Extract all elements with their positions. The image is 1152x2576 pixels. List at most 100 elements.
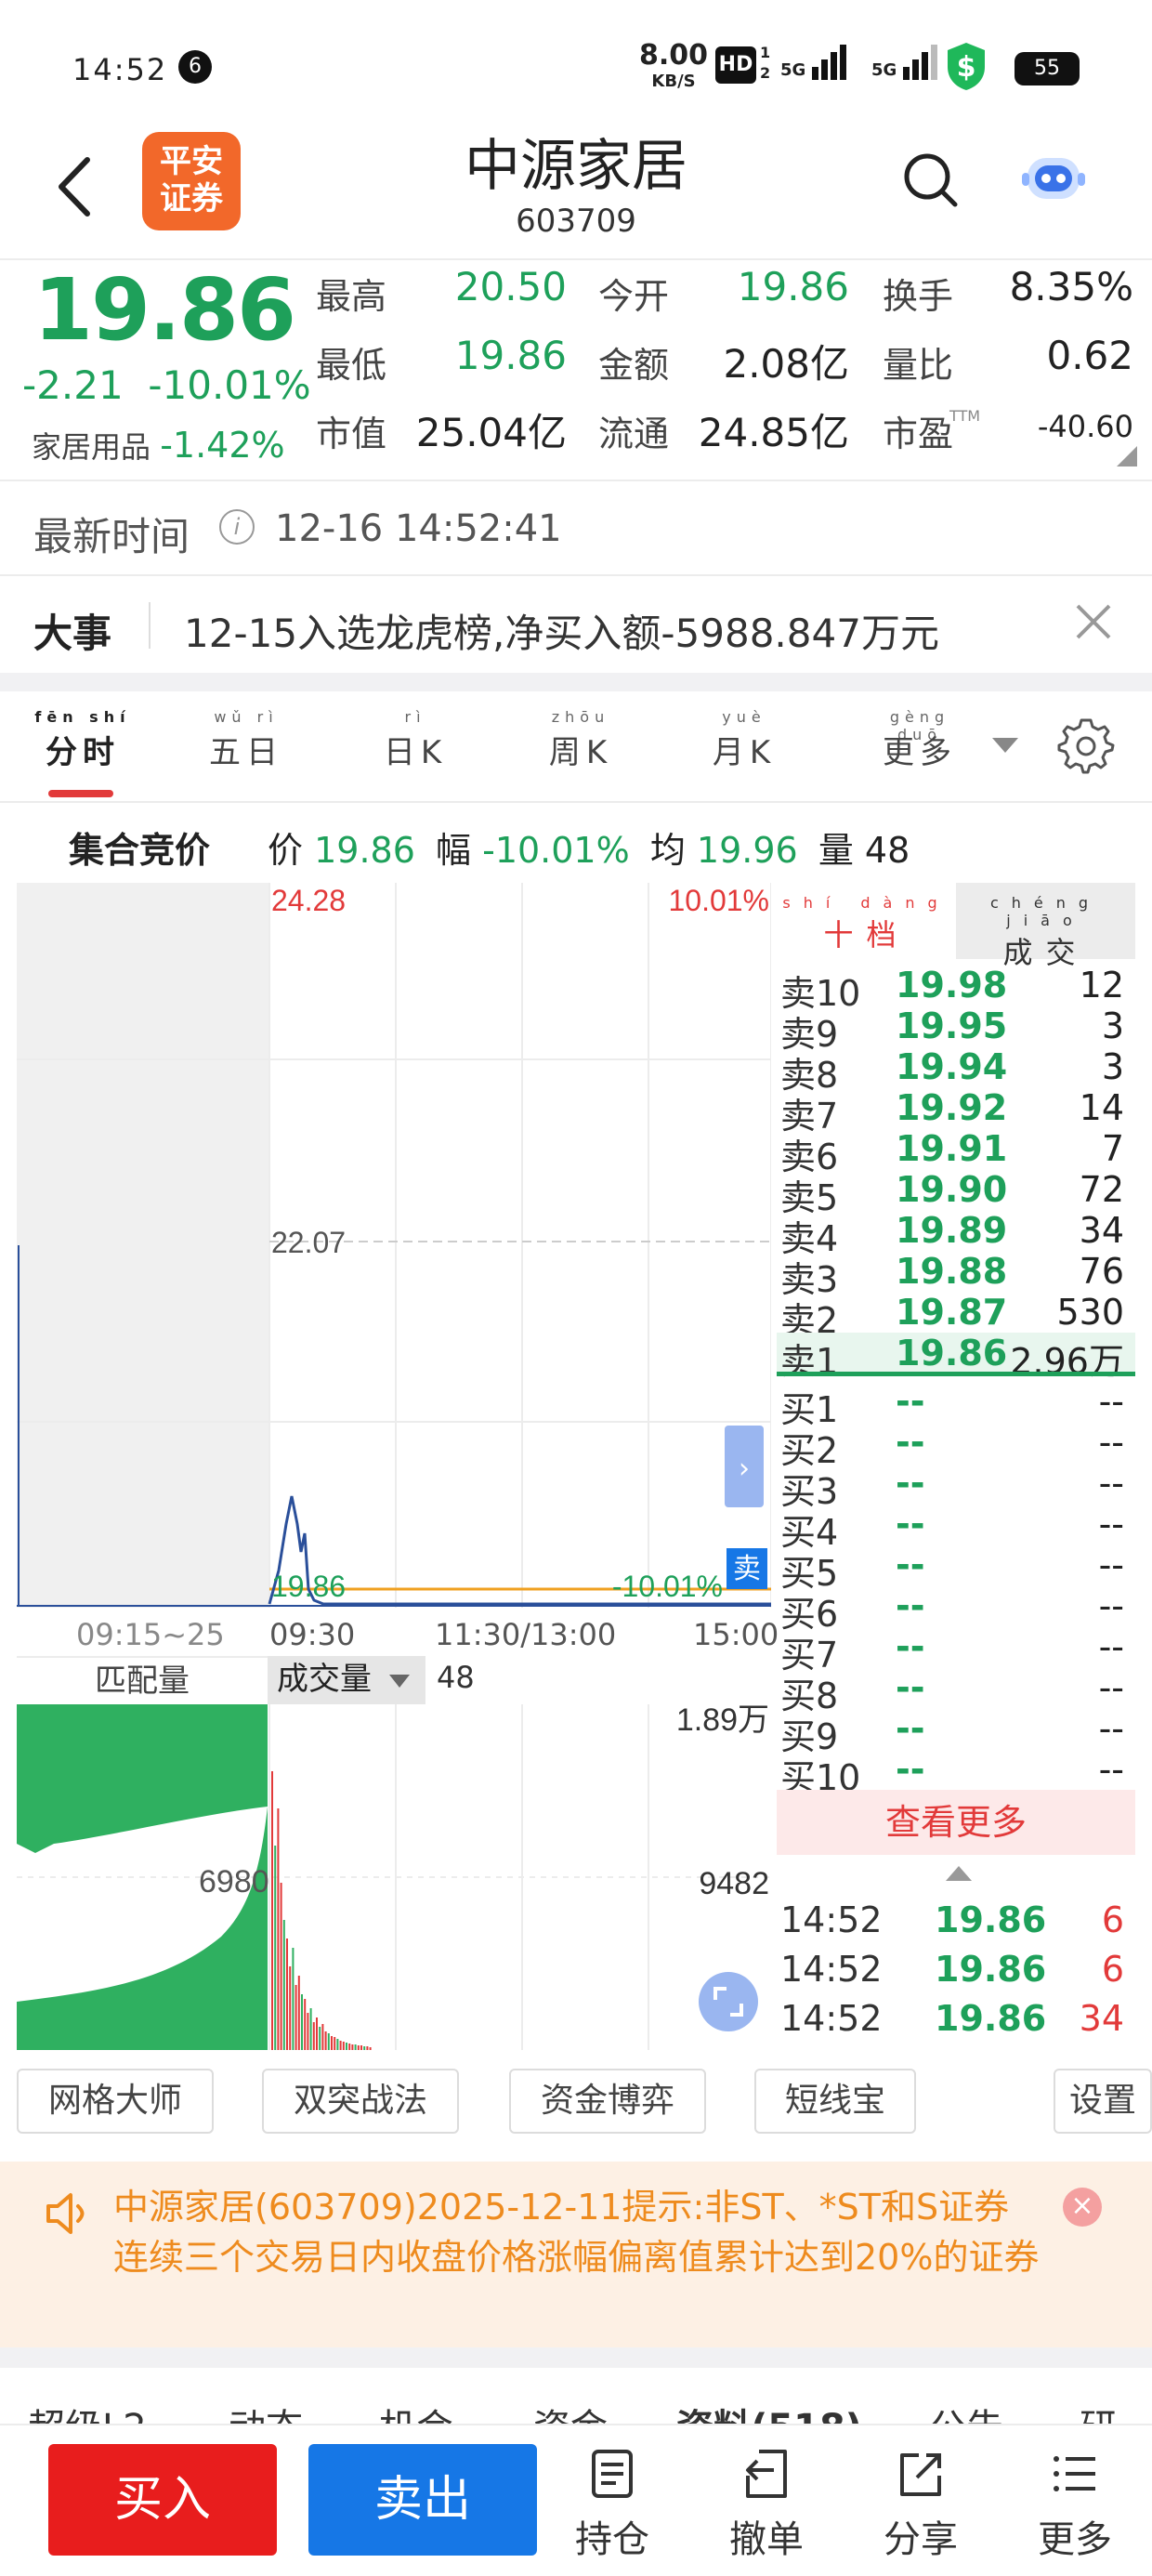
tab-daily-k[interactable]: rì 日K [364,708,466,772]
latest-time-value: 12-16 14:52:41 [275,507,562,550]
caret-up-icon [946,1866,972,1881]
subtab-capital[interactable]: 资金 [533,2398,608,2424]
ask-level-row[interactable]: 卖2 19.87 530 [777,1292,1135,1341]
tab-intraday[interactable]: fēn shí 分时 [32,708,134,772]
section-gap [0,673,1152,691]
tool-grid-master-button[interactable]: 网格大师 [17,2069,214,2134]
search-icon[interactable] [899,149,961,210]
gear-icon[interactable] [1057,717,1115,775]
volume-bar [309,2008,312,2050]
ask-level-row[interactable]: 卖10 19.98 12 [777,965,1135,1014]
holdings-button[interactable]: 持仓 [561,2448,663,2563]
subtab-super-l2[interactable]: 超级L2 [28,2398,147,2424]
volume-bar [334,2037,336,2050]
view-more-button[interactable]: 查看更多 [777,1790,1135,1855]
undo-box-icon [746,2450,787,2498]
volume-mid-label: 9482 [699,1866,769,1901]
level-volume: 3 [1101,1046,1124,1087]
ask-level-row[interactable]: 卖5 19.90 72 [777,1169,1135,1218]
level-price: -- [896,1381,925,1422]
subtab-announcements[interactable]: 公告 [929,2398,1003,2424]
subtab-profile[interactable]: 资料(518) [676,2398,862,2424]
tool-short-term-button[interactable]: 短线宝 [754,2069,916,2134]
expand-corner-icon[interactable] [1117,446,1137,467]
quote-summary: 19.86 -2.21 -10.01% 家居用品 -1.42% 最高 20.50 今… [0,258,1152,480]
tab-ten-levels[interactable]: shí dàng 十档 [777,883,956,959]
major-event-banner[interactable]: 大事 12-15入选龙虎榜,净买入额-5988.847万元 [0,576,1152,673]
bid-level-row[interactable]: 买10 -- -- [777,1749,1135,1798]
ai-assistant-robot-icon[interactable] [1020,145,1087,212]
bid-level-row[interactable]: 买3 -- -- [777,1463,1135,1512]
close-icon[interactable] [1070,598,1117,645]
bid-level-row[interactable]: 买1 -- -- [777,1381,1135,1430]
volume-bar [357,2045,360,2050]
volume-bar [327,2033,330,2050]
bid-level-row[interactable]: 买4 -- -- [777,1504,1135,1553]
tab-trades[interactable]: chéng jiāo 成交 [956,883,1135,970]
ask-level-row[interactable]: 卖1 19.86 2.96万 [777,1333,1135,1382]
volume-bar [351,2044,354,2050]
level-volume: -- [1098,1626,1124,1667]
intraday-price-chart[interactable]: 24.28 10.01% 22.07 19.86 -10.01% › 卖 [17,883,771,1608]
tool-double-breakout-button[interactable]: 双突战法 [262,2069,459,2134]
chart-low-pct: -10.01% [612,1570,723,1603]
document-icon [592,2450,633,2498]
auction-info-bar: 集合竞价 价 19.86 幅 -10.01% 均 19.96 量 48 [0,810,1152,879]
battery-icon: 55 [1015,52,1080,85]
quote-field-label: 市值 [316,414,387,454]
pre-market-area [17,883,269,1608]
tab-monthly-k[interactable]: yuè 月K [693,708,795,772]
ask-level-row[interactable]: 卖7 19.92 14 [777,1087,1135,1137]
settings-button[interactable]: 设置 [1054,2069,1152,2134]
bid-level-row[interactable]: 买8 -- -- [777,1667,1135,1716]
chart-mid-price: 22.07 [271,1226,346,1259]
tab-label: 分时 [46,734,120,771]
bid-level-row[interactable]: 买9 -- -- [777,1708,1135,1757]
subtab-reports[interactable]: 研报 [1080,2398,1152,2424]
quote-field-label: 量比 [883,345,954,386]
bid-level-row[interactable]: 买5 -- -- [777,1544,1135,1594]
tab-more[interactable]: gèng duō 更多 [864,708,975,772]
volume-bar [321,2024,324,2050]
level-volume: -- [1098,1708,1124,1749]
bid-level-row[interactable]: 买7 -- -- [777,1626,1135,1676]
level-volume: 12 [1079,965,1124,1005]
level-price: 19.91 [896,1128,1008,1169]
bid-level-row[interactable]: 买2 -- -- [777,1422,1135,1471]
tick-time: 14:52 [780,1998,883,2039]
cancel-order-button[interactable]: 撤单 [715,2448,818,2563]
ask-level-row[interactable]: 卖6 19.91 7 [777,1128,1135,1177]
ask-level-row[interactable]: 卖8 19.94 3 [777,1046,1135,1096]
tab-weekly-k[interactable]: zhōu 周K [530,708,632,772]
volume-chart[interactable]: 6980 1.89万 9482 [17,1704,771,2050]
ask-level-row[interactable]: 卖4 19.89 34 [777,1210,1135,1259]
volume-type-select[interactable]: 成交量 [268,1656,425,1704]
trade-tick-row: 14:52 19.86 6 [777,1949,1135,1997]
volume-bar [282,1920,285,2050]
chevron-down-icon[interactable] [992,738,1018,753]
bid-level-row[interactable]: 买6 -- -- [777,1585,1135,1635]
subtab-news[interactable]: 动态 [229,2398,303,2424]
tab-pinyin: yuè [722,708,766,726]
tab-five-day[interactable]: wǔ rì 五日 [195,708,297,772]
volume-bar [339,2041,342,2050]
ask-level-row[interactable]: 卖3 19.88 76 [777,1251,1135,1300]
current-price: 19.86 [33,260,296,360]
info-icon[interactable]: i [219,509,255,545]
more-button[interactable]: 更多 [1024,2448,1126,2563]
matched-volume-tab[interactable]: 匹配量 [17,1656,268,1704]
auction-label: 集合竞价 [69,830,211,871]
back-arrow-icon[interactable] [54,154,95,219]
ask-level-row[interactable]: 卖9 19.95 3 [777,1005,1135,1055]
share-button[interactable]: 分享 [870,2448,972,2563]
sector-change[interactable]: 家居用品 -1.42% [32,424,285,467]
close-icon[interactable]: × [1063,2188,1102,2227]
fullscreen-icon[interactable] [699,1972,758,2031]
risk-alert-banner[interactable]: 中源家居(603709)2025-12-11提示:非ST、*ST和S证券连续三个… [0,2162,1152,2347]
broker-logo[interactable]: 平安 证券 [142,132,241,230]
sell-button[interactable]: 卖出 [308,2444,537,2556]
tool-capital-game-button[interactable]: 资金博弈 [509,2069,706,2134]
subtab-opportunity[interactable]: 机会 [379,2398,453,2424]
buy-button[interactable]: 买入 [48,2444,277,2556]
level-price: 19.86 [896,1333,1008,1373]
